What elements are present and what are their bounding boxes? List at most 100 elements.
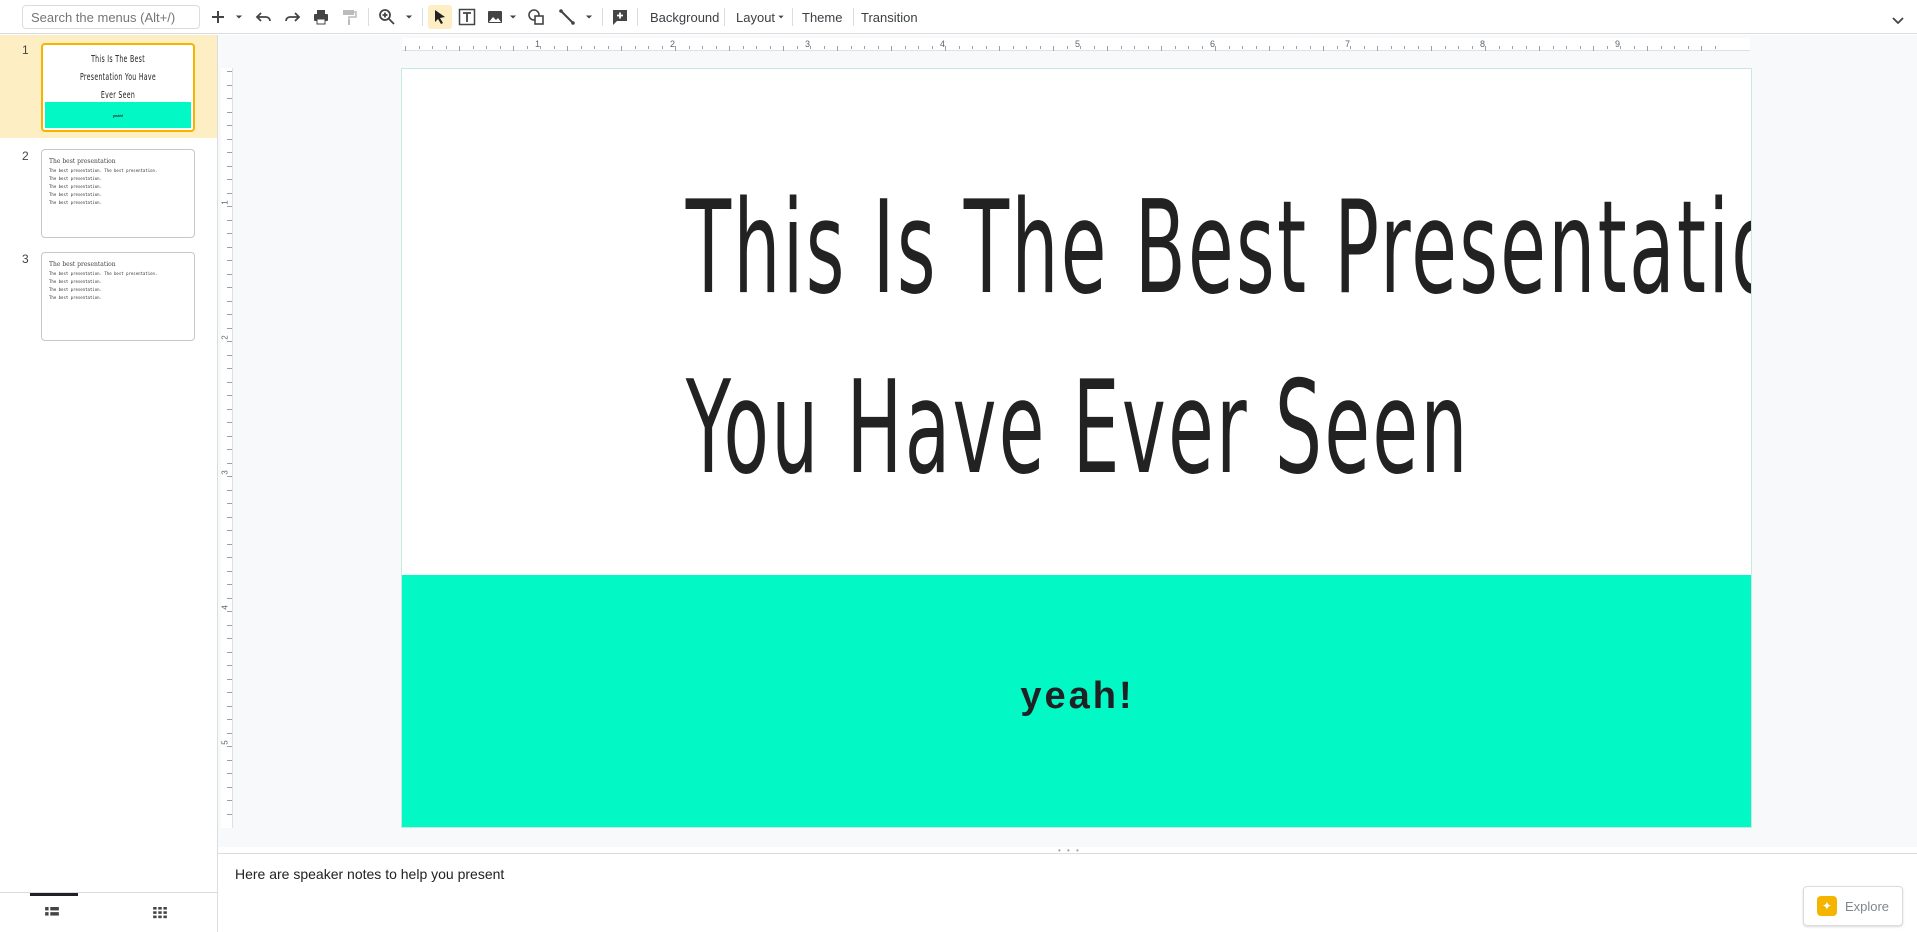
slide-number: 1: [22, 43, 29, 57]
ruler-tick: [567, 46, 568, 51]
chevron-down-icon: [1892, 17, 1904, 25]
line-dropdown[interactable]: [582, 5, 596, 29]
paint-roller-icon: [343, 10, 357, 25]
ruler-tick: [432, 46, 433, 49]
line-button[interactable]: [556, 5, 578, 29]
filmstrip-view-controls: [0, 892, 217, 932]
grid-view-button[interactable]: [150, 905, 170, 921]
redo-button[interactable]: [282, 5, 302, 29]
print-button[interactable]: [310, 5, 332, 29]
transition-button[interactable]: Transition: [855, 5, 924, 29]
slide-row-1[interactable]: 1 This Is The Best Presentation You Have…: [0, 35, 217, 138]
ruler-number: 4: [220, 605, 230, 610]
ruler-tick: [513, 46, 514, 51]
ruler-tick: [227, 786, 232, 788]
zoom-button[interactable]: [376, 5, 398, 29]
thumbnail-line: The best presentation.: [49, 192, 102, 197]
ruler-tick: [227, 678, 232, 680]
horizontal-ruler[interactable]: 1 2 3 4 5 6 7 8 9: [402, 38, 1750, 51]
thumbnail-line: The best presentation.: [49, 295, 102, 300]
ruler-tick: [1080, 46, 1081, 49]
collapse-toolbar-button[interactable]: [1888, 8, 1908, 32]
shape-button[interactable]: [525, 5, 547, 29]
vertical-ruler[interactable]: 1 2 3 4 5: [221, 68, 233, 828]
explore-button[interactable]: ✦ Explore: [1803, 886, 1903, 926]
zoom-dropdown[interactable]: [402, 5, 416, 29]
ruler-tick: [227, 584, 232, 585]
ruler-tick: [1660, 46, 1662, 49]
ruler-tick: [1458, 46, 1459, 49]
new-slide-button[interactable]: [208, 5, 228, 29]
slide-thumbnail-3[interactable]: The best presentation The best presentat…: [41, 252, 195, 341]
ruler-tick: [661, 46, 663, 49]
ruler-tick: [1120, 46, 1122, 49]
thumbnail-line: The best presentation.: [49, 287, 102, 292]
ruler-tick: [1498, 46, 1500, 49]
caret-down-icon: [509, 15, 517, 19]
ruler-tick: [702, 46, 703, 49]
ruler-number: 1: [220, 200, 230, 205]
search-menus-input[interactable]: [22, 5, 200, 29]
ruler-tick: [405, 46, 406, 51]
ruler-tick: [1093, 46, 1095, 49]
slide-thumbnail-1[interactable]: This Is The Best Presentation You Have E…: [41, 43, 195, 132]
ruler-tick: [227, 665, 232, 666]
ruler-tick: [1012, 46, 1014, 49]
ruler-tick: [227, 152, 232, 153]
text-box-button[interactable]: [456, 5, 478, 29]
cursor-icon: [435, 10, 445, 24]
slide-subtitle[interactable]: yeah!: [402, 675, 1751, 718]
ruler-tick: [227, 813, 232, 815]
theme-button[interactable]: Theme: [796, 5, 848, 29]
ruler-tick: [227, 489, 232, 491]
slide-thumbnail-2[interactable]: The best presentation The best presentat…: [41, 149, 195, 238]
background-button[interactable]: Background: [644, 5, 725, 29]
active-view-indicator: [30, 893, 78, 896]
ruler-tick: [227, 300, 232, 302]
layout-label: Layout: [736, 9, 776, 25]
ruler-tick: [227, 368, 232, 369]
thumbnail-title: This Is The Best Presentation You Have E…: [79, 54, 157, 101]
ruler-tick: [227, 570, 232, 572]
ruler-tick: [553, 46, 555, 49]
ruler-tick: [769, 46, 771, 49]
thumbnail-line: The best presentation.: [49, 184, 102, 189]
undo-button[interactable]: [254, 5, 274, 29]
ruler-tick: [594, 46, 595, 49]
ruler-tick: [1593, 46, 1594, 51]
zoom-icon: [379, 9, 395, 25]
ruler-tick: [445, 46, 447, 49]
ruler-tick: [227, 327, 232, 329]
ruler-tick: [972, 46, 973, 49]
insert-image-button[interactable]: [484, 5, 506, 29]
slide-subtitle-band: yeah!: [402, 575, 1751, 827]
slide-title[interactable]: This Is The Best Presentation You Have E…: [686, 159, 1751, 519]
paint-format-button[interactable]: [338, 5, 360, 29]
ruler-tick: [227, 422, 232, 423]
ruler-tick: [1147, 46, 1149, 49]
ruler-tick: [1714, 46, 1716, 49]
ruler-tick: [850, 46, 852, 49]
new-slide-dropdown[interactable]: [232, 5, 246, 29]
ruler-tick: [227, 395, 232, 396]
slide-row-3[interactable]: 3 The best presentation The best present…: [0, 241, 217, 344]
select-tool-button[interactable]: [428, 5, 452, 29]
shapes-icon: [528, 9, 544, 25]
speaker-notes-text[interactable]: Here are speaker notes to help you prese…: [235, 866, 504, 882]
thumbnail-band: yeah!: [45, 102, 191, 128]
grid-view-icon: [153, 907, 167, 919]
filmstrip-view-button[interactable]: [42, 905, 62, 921]
layout-button[interactable]: Layout: [730, 5, 793, 29]
ruler-tick: [1296, 46, 1297, 49]
toolbar-divider: [724, 8, 725, 26]
thumbnail-title: The best presentation: [49, 261, 116, 268]
slide-row-2[interactable]: 2 The best presentation The best present…: [0, 138, 217, 241]
ruler-tick: [227, 611, 232, 612]
ruler-tick: [1053, 46, 1054, 51]
current-slide[interactable]: This Is The Best Presentation You Have E…: [401, 68, 1752, 828]
insert-image-dropdown[interactable]: [506, 5, 520, 29]
add-comment-button[interactable]: [609, 5, 631, 29]
ruler-tick: [227, 314, 232, 315]
ruler-tick: [1336, 46, 1338, 49]
ruler-tick: [1471, 46, 1473, 49]
